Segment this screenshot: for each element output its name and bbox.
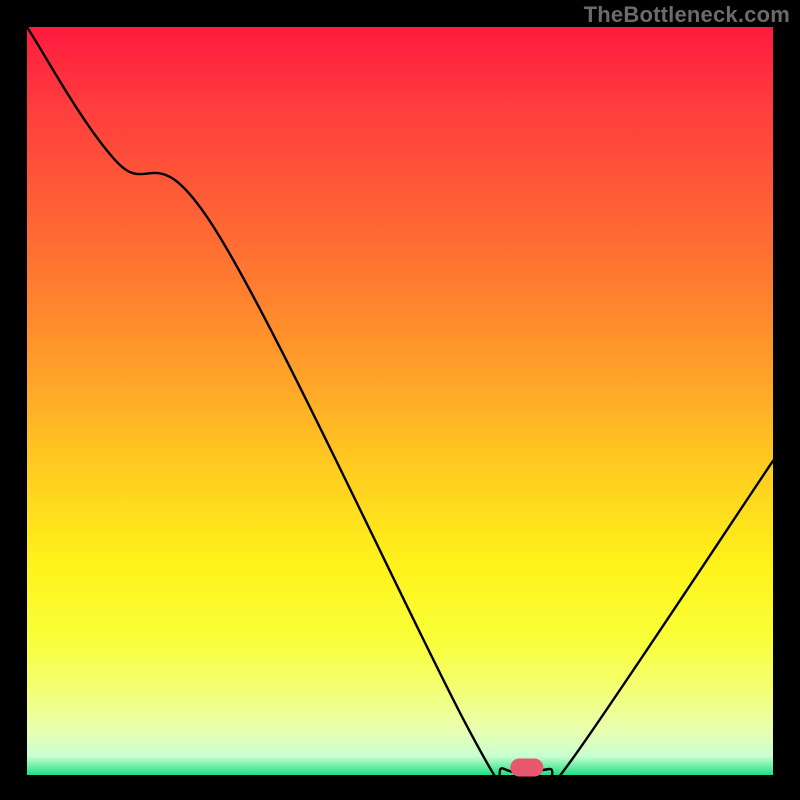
chart-outer-frame: TheBottleneck.com bbox=[0, 0, 800, 800]
chart-svg bbox=[0, 0, 800, 800]
optimal-marker bbox=[510, 759, 543, 777]
plot-gradient-background bbox=[27, 27, 773, 775]
